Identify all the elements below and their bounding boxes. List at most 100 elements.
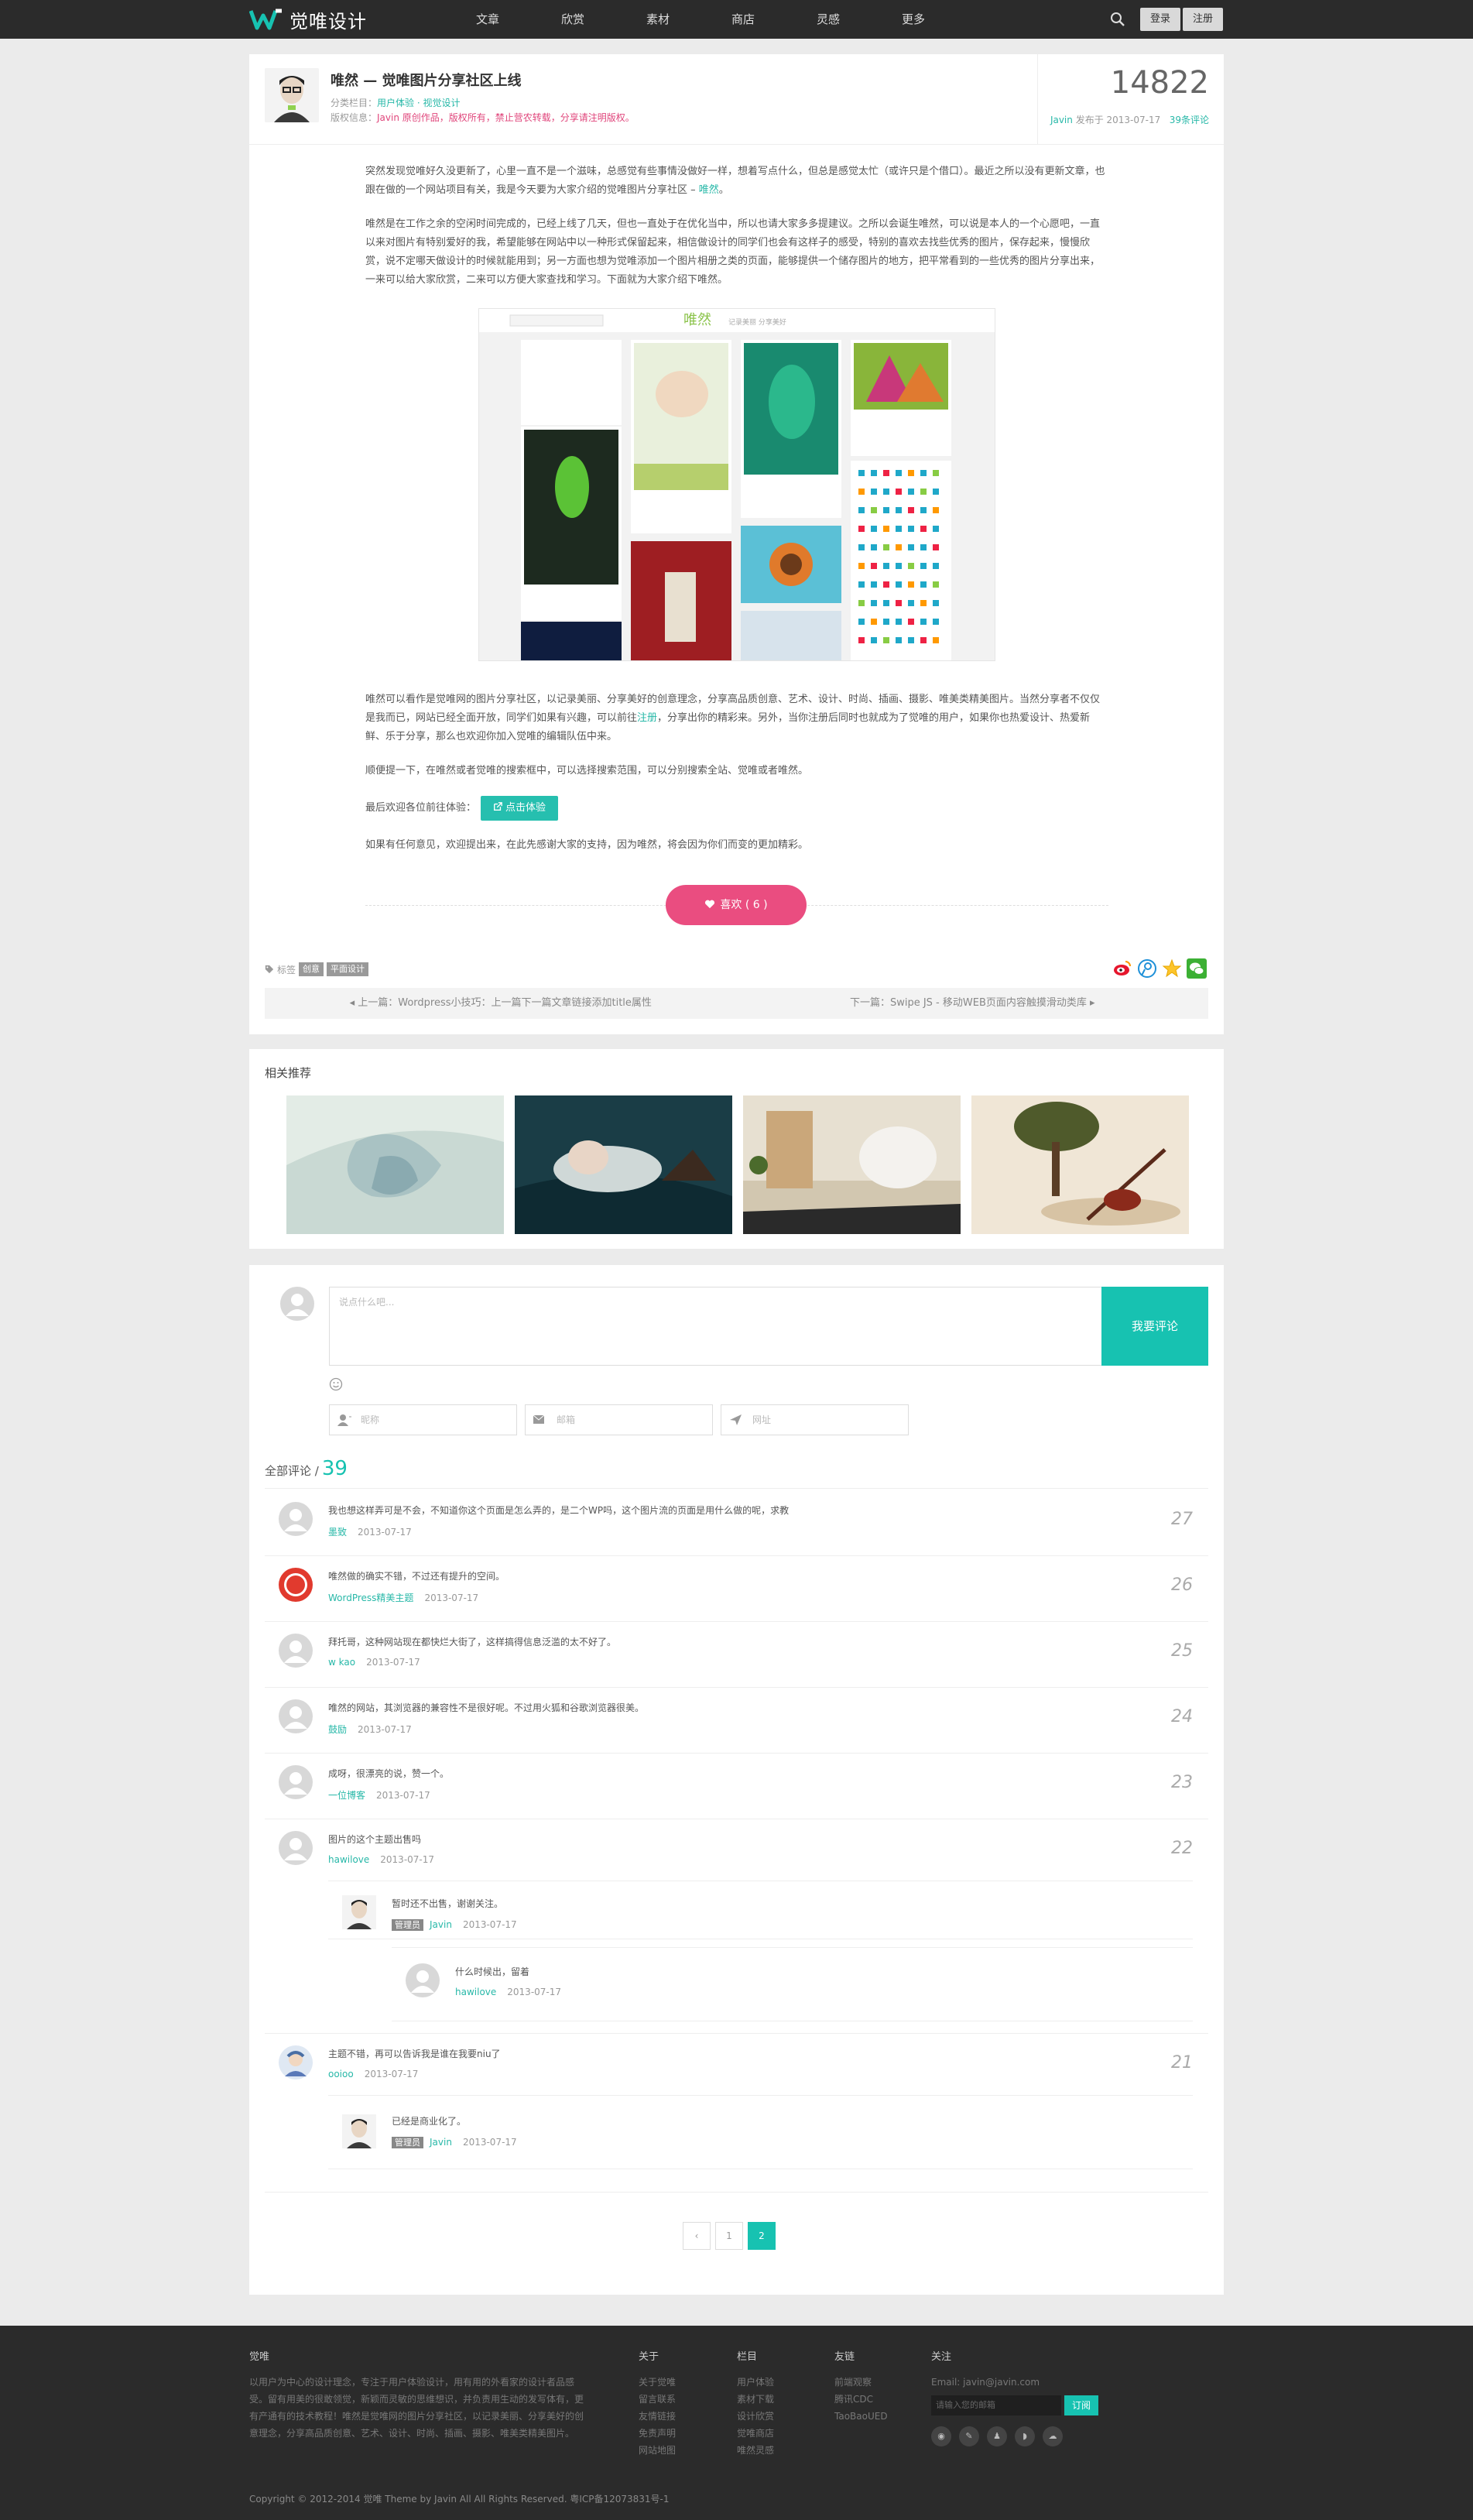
author-link[interactable]: Javin bbox=[1050, 115, 1073, 125]
comment-textarea[interactable]: 说点什么吧... 我要评论 bbox=[329, 1287, 1208, 1366]
footer-link[interactable]: TaoBaoUED bbox=[834, 2408, 888, 2425]
reply-user-link[interactable]: hawilove bbox=[455, 1987, 496, 1997]
comment-floor: 23 bbox=[1171, 1773, 1193, 1792]
comment-user-link[interactable]: w kao bbox=[328, 1657, 355, 1668]
site-footer: 觉唯 以用户为中心的设计理念，专注于用户体验设计，用有用的外看家的设计者品感受。… bbox=[0, 2326, 1473, 2520]
reply-avatar bbox=[342, 2114, 376, 2148]
comment-avatar bbox=[279, 2045, 313, 2079]
nav-item-more[interactable]: 更多 bbox=[871, 0, 956, 39]
footer-col-about: 关于 关于觉唯 留言联系 友情链接 免责声明 网站地图 bbox=[639, 2349, 676, 2459]
reply-user-link[interactable]: Javin bbox=[430, 1919, 452, 1930]
name-input[interactable]: 昵称 bbox=[329, 1404, 517, 1435]
top-navbar: 觉唯设计 文章 欣赏 素材 商店 灵感 更多 登录 注册 bbox=[0, 0, 1473, 39]
page-1-button[interactable]: 1 bbox=[715, 2222, 743, 2250]
related-image-3[interactable] bbox=[743, 1095, 961, 1234]
comment-date: 2013-07-17 bbox=[380, 1854, 435, 1865]
weibo-icon[interactable]: ◉ bbox=[931, 2426, 951, 2446]
footer-link[interactable]: 关于觉唯 bbox=[639, 2374, 676, 2391]
reply-avatar bbox=[406, 1963, 440, 1997]
footer-col-follow-title: 关注 bbox=[931, 2351, 952, 2363]
page-2-button[interactable]: 2 bbox=[748, 2222, 776, 2250]
qzone-share-icon[interactable] bbox=[1162, 958, 1182, 979]
comment-user-link[interactable]: hawilove bbox=[328, 1854, 369, 1865]
subscribe-button[interactable]: 订阅 bbox=[1064, 2395, 1099, 2415]
emoji-icon[interactable] bbox=[329, 1377, 343, 1391]
tencent-share-icon[interactable] bbox=[1137, 958, 1157, 979]
footer-link[interactable]: 免责声明 bbox=[639, 2425, 676, 2442]
comment-user-link[interactable]: WordPress精美主题 bbox=[328, 1593, 413, 1603]
comment-floor: 22 bbox=[1171, 1839, 1193, 1858]
nav-item-materials[interactable]: 素材 bbox=[615, 0, 701, 39]
prev-post-link[interactable]: ◂ 上一篇：Wordpress小技巧：上一篇下一篇文章链接添加title属性 bbox=[265, 988, 737, 1019]
site-logo[interactable]: 觉唯设计 bbox=[248, 6, 367, 33]
try-button[interactable]: 点击体验 bbox=[481, 796, 559, 821]
related-image-4[interactable] bbox=[971, 1095, 1189, 1234]
footer-link[interactable]: 设计欣赏 bbox=[737, 2408, 774, 2425]
related-image-1[interactable] bbox=[286, 1095, 504, 1234]
paragraph-6: 如果有任何意见，欢迎提出来，在此先感谢大家的支持，因为唯然，将会因为你们而变的更… bbox=[365, 839, 809, 851]
weiran-link[interactable]: 唯然 bbox=[699, 184, 719, 196]
tag-list: 标签 创意 平面设计 bbox=[265, 962, 369, 976]
comment-floor: 24 bbox=[1171, 1707, 1193, 1726]
qq-icon[interactable]: ♟ bbox=[987, 2426, 1007, 2446]
register-link[interactable]: 注册 bbox=[637, 712, 657, 724]
tag-creative[interactable]: 创意 bbox=[299, 962, 324, 976]
reply-meta: 管理员 Javin 2013-07-17 bbox=[392, 2136, 517, 2148]
comment-item: 我也想这样弄可是不会，不知道你这个页面是怎么弄的，是二个WP吗，这个图片流的页面… bbox=[265, 1502, 1208, 1556]
tag-graphic-design[interactable]: 平面设计 bbox=[327, 962, 369, 976]
register-button[interactable]: 注册 bbox=[1183, 8, 1223, 31]
comment-user-link[interactable]: 鼓励 bbox=[328, 1724, 347, 1735]
try-button-label: 点击体验 bbox=[505, 802, 546, 814]
post-navigation: ◂ 上一篇：Wordpress小技巧：上一篇下一篇文章链接添加title属性 下… bbox=[265, 988, 1208, 1019]
subscribe-input[interactable]: 请输入您的邮箱 bbox=[931, 2395, 1061, 2415]
nav-item-articles[interactable]: 文章 bbox=[445, 0, 530, 39]
tencent-weibo-icon[interactable]: ✎ bbox=[959, 2426, 979, 2446]
comment-user-link[interactable]: 一位博客 bbox=[328, 1790, 365, 1801]
user-icon bbox=[337, 1414, 351, 1426]
submit-comment-button[interactable]: 我要评论 bbox=[1101, 1287, 1208, 1366]
prev-page-button[interactable]: ‹ bbox=[683, 2222, 711, 2250]
comment-date: 2013-07-17 bbox=[358, 1724, 412, 1735]
meta-categories-link[interactable]: 用户体验 · 视觉设计 bbox=[377, 98, 460, 108]
nav-item-inspiration[interactable]: 灵感 bbox=[786, 0, 871, 39]
comment-floor: 26 bbox=[1171, 1575, 1193, 1595]
comment-text: 拜托哥，这种网站现在都快烂大街了，这样搞得信息泛滥的太不好了。 bbox=[328, 1637, 617, 1647]
like-button[interactable]: 喜欢 ( 6 ) bbox=[666, 885, 807, 925]
footer-link[interactable]: 友情链接 bbox=[639, 2408, 676, 2425]
footer-col-follow: 关注 Email: javin@javin.com 请输入您的邮箱 订阅 ◉ ✎ … bbox=[931, 2349, 1099, 2446]
footer-link[interactable]: 腾讯CDC bbox=[834, 2391, 888, 2408]
login-button[interactable]: 登录 bbox=[1140, 8, 1180, 31]
rss-icon[interactable]: ◗ bbox=[1015, 2426, 1035, 2446]
wechat-icon[interactable]: ☁ bbox=[1043, 2426, 1063, 2446]
footer-link[interactable]: 觉唯商店 bbox=[737, 2425, 774, 2442]
footer-link[interactable]: 用户体验 bbox=[737, 2374, 774, 2391]
social-icons: ◉ ✎ ♟ ◗ ☁ bbox=[931, 2426, 1098, 2446]
email-input[interactable]: 邮箱 bbox=[525, 1404, 713, 1435]
footer-link[interactable]: 前端观察 bbox=[834, 2374, 888, 2391]
author-avatar[interactable] bbox=[265, 68, 319, 122]
footer-link[interactable]: 素材下载 bbox=[737, 2391, 774, 2408]
footer-link[interactable]: 网站地图 bbox=[639, 2442, 676, 2459]
reply-meta: hawilove 2013-07-17 bbox=[455, 1987, 561, 1997]
search-icon[interactable] bbox=[1109, 11, 1126, 28]
comment-user-link[interactable]: 墨致 bbox=[328, 1527, 347, 1538]
paragraph-3: 唯然可以看作是觉唯网的图片分享社区，以记录美丽、分享美好的创意理念，分享高品质创… bbox=[365, 691, 1108, 746]
comment-meta: ooioo 2013-07-17 bbox=[328, 2069, 418, 2079]
reply-user-link[interactable]: Javin bbox=[430, 2137, 452, 2148]
comment-text: 图片的这个主题出售吗 bbox=[328, 1834, 422, 1845]
comment-user-link[interactable]: ooioo bbox=[328, 2069, 354, 2079]
footer-link[interactable]: 留言联系 bbox=[639, 2391, 676, 2408]
reply-date: 2013-07-17 bbox=[462, 2137, 517, 2148]
comment-count-link[interactable]: 39条评论 bbox=[1170, 115, 1209, 125]
nav-item-shop[interactable]: 商店 bbox=[701, 0, 786, 39]
comment-item: 主题不错，再可以告诉我是谁在我要niu了 ooioo 2013-07-17 21 … bbox=[265, 2045, 1208, 2193]
weibo-share-icon[interactable] bbox=[1112, 958, 1132, 979]
nav-item-gallery[interactable]: 欣赏 bbox=[530, 0, 615, 39]
paragraph-5-text: 最后欢迎各位前往体验： bbox=[365, 802, 477, 814]
related-image-2[interactable] bbox=[515, 1095, 732, 1234]
footer-link[interactable]: 唯然灵感 bbox=[737, 2442, 774, 2459]
wechat-share-icon[interactable] bbox=[1187, 958, 1207, 979]
url-input[interactable]: 网址 bbox=[721, 1404, 909, 1435]
comment-meta: 墨致 2013-07-17 bbox=[328, 1525, 412, 1538]
next-post-link[interactable]: 下一篇：Swipe JS - 移动WEB页面内容触摸滑动类库 ▸ bbox=[737, 988, 1209, 1019]
